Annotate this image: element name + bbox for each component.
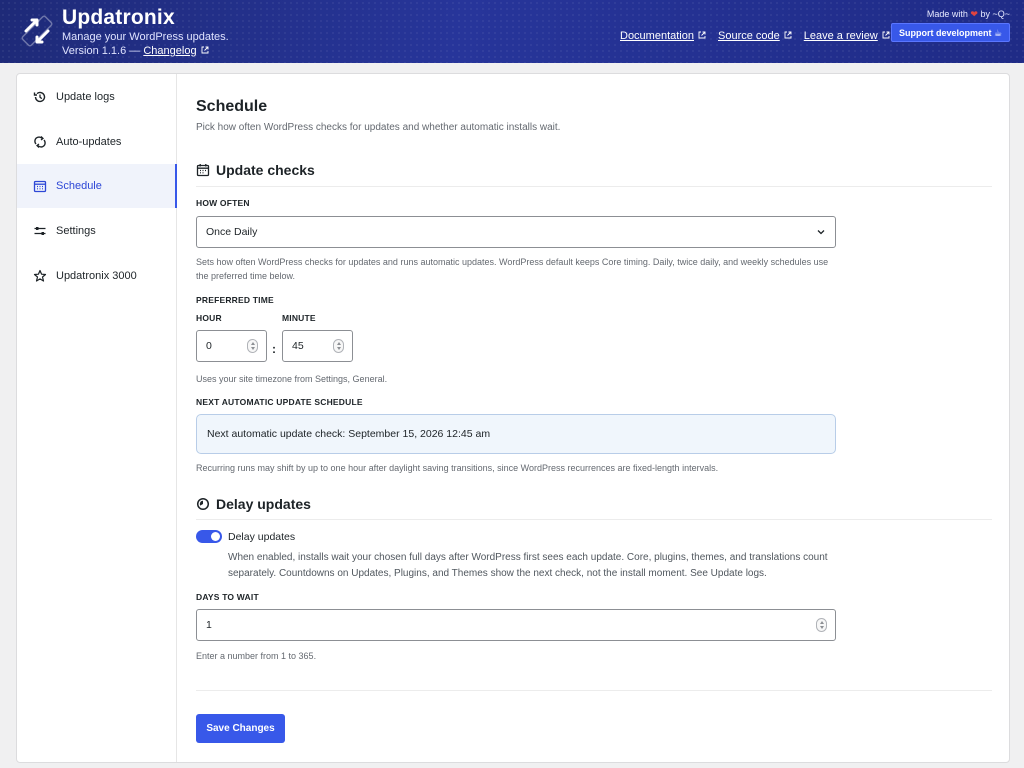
history-icon [33,91,46,103]
external-link-icon [201,46,209,54]
delay-updates-description: When enabled, installs wait your chosen … [228,552,828,579]
sidebar-item-label: Updatronix 3000 [56,270,137,282]
sidebar-item-label: Auto-updates [56,136,122,148]
timezone-help: Uses your site timezone from Settings, G… [196,374,388,384]
sidebar-item-label: Schedule [56,180,102,192]
sliders-icon [34,227,46,235]
sidebar-nav: Update logs Auto-updates Schedule Settin… [17,74,177,762]
delay-updates-heading: Delay updates [196,496,311,512]
calendar-icon [33,180,47,193]
changelog-link[interactable]: Changelog [143,45,196,57]
divider [196,186,992,187]
how-often-value: Once Daily [206,226,258,238]
hour-value: 0 [206,340,212,352]
clock-icon [196,497,210,511]
made-with-suffix: by ~Q~ [980,9,1010,19]
how-often-help: Sets how often WordPress checks for upda… [196,257,829,281]
made-with-note: Made with ❤ by ~Q~ [927,9,1010,20]
next-schedule-label: NEXT AUTOMATIC UPDATE SCHEDULE [196,397,363,407]
chevron-down-icon [817,230,825,235]
delay-updates-toggle[interactable] [196,530,222,543]
section-title: Update checks [216,162,315,178]
app-title: Updatronix [62,6,175,29]
calendar-icon [196,164,210,177]
dst-help: Recurring runs may shift by up to one ho… [196,463,719,473]
spinner-icon[interactable] [333,339,344,353]
app-header: Updatronix Manage your WordPress updates… [0,0,1024,63]
preferred-time-label: PREFERRED TIME [196,295,274,305]
days-to-wait-value: 1 [206,619,212,631]
sidebar-item-auto-updates[interactable]: Auto-updates [17,120,177,164]
leave-review-link[interactable]: Leave a review [804,30,878,42]
sidebar-item-schedule[interactable]: Schedule [17,164,177,208]
divider [196,519,992,520]
sidebar-item-settings[interactable]: Settings [17,209,177,253]
made-with-prefix: Made with [926,9,968,19]
support-development-button[interactable]: Support development ☕ [891,23,1010,42]
spinner-icon[interactable] [816,618,827,632]
version-line: Version 1.1.6 — Changelog [62,45,209,57]
minute-label: MINUTE [282,313,316,323]
spinner-icon[interactable] [247,339,258,353]
page-title: Schedule [196,98,268,115]
heart-icon: ❤ [970,9,978,19]
days-to-wait-input[interactable]: 1 [196,609,836,641]
save-changes-button[interactable]: Save Changes [196,714,285,743]
sidebar-item-label: Settings [56,225,96,237]
sidebar-item-update-logs[interactable]: Update logs [17,75,177,119]
external-link-icon [698,31,706,39]
next-schedule-notice: Next automatic update check: September 1… [196,414,836,454]
hour-label: HOUR [196,313,222,323]
settings-card: Update logs Auto-updates Schedule Settin… [16,73,1010,763]
sidebar-item-updatronix-3000[interactable]: Updatronix 3000 [17,254,177,298]
days-to-wait-label: DAYS TO WAIT [196,592,259,602]
minute-value: 45 [292,340,304,352]
star-icon [33,269,47,282]
minute-input[interactable]: 45 [282,330,353,362]
delay-updates-toggle-label: Delay updates [228,531,296,543]
app-tagline: Manage your WordPress updates. [62,31,229,43]
sidebar-item-label: Update logs [56,91,115,103]
time-separator: : [272,342,276,356]
sync-icon [34,136,46,148]
external-link-icon [882,31,890,39]
divider [196,690,992,691]
section-title: Delay updates [216,496,311,512]
page-subtitle: Pick how often WordPress checks for upda… [196,122,561,133]
update-checks-heading: Update checks [196,162,315,178]
documentation-link[interactable]: Documentation [620,30,694,42]
how-often-select[interactable]: Once Daily [196,216,836,248]
hour-input[interactable]: 0 [196,330,267,362]
updatronix-logo-icon [21,15,53,47]
how-often-label: HOW OFTEN [196,198,250,208]
source-code-link[interactable]: Source code [718,30,780,42]
header-links: Documentation Source code Leave a review [620,30,890,42]
version-text: Version 1.1.6 — [62,45,141,57]
days-to-wait-help: Enter a number from 1 to 365. [196,651,317,661]
external-link-icon [784,31,792,39]
